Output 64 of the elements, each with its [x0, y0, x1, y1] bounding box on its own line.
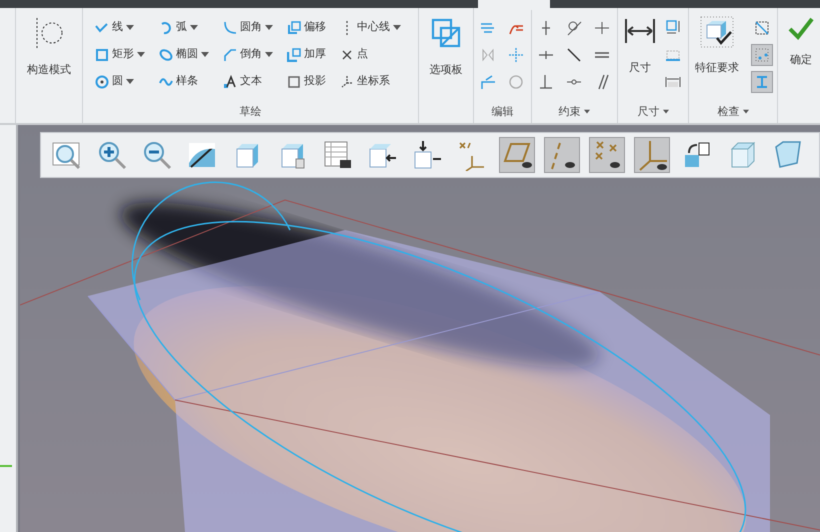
divide-icon	[508, 46, 524, 62]
sketch-tool[interactable]: 中心线	[340, 14, 401, 41]
sketch-tool[interactable]: 样条	[159, 68, 209, 95]
sketch-tool[interactable]: 偏移	[287, 14, 326, 41]
dimension-button[interactable]: 尺寸	[622, 14, 658, 78]
zoom-out-icon	[141, 139, 173, 171]
chamfer-icon	[223, 48, 237, 62]
arc-icon	[159, 20, 173, 34]
perpendicular-icon	[538, 74, 554, 90]
double-arrow-icon	[624, 16, 656, 46]
sketch-tool[interactable]: 矩形	[95, 41, 145, 68]
sketch-tool[interactable]: 投影	[287, 68, 326, 95]
sketch-tool[interactable]: 弧	[159, 14, 209, 41]
frame-dimension-icon	[665, 20, 682, 36]
sketch-tool[interactable]: 线	[95, 14, 145, 41]
coincident-icon	[566, 46, 582, 62]
status-indicator	[0, 465, 12, 467]
palette-button[interactable]: 选项板	[427, 16, 464, 80]
group-menu[interactable]: 约束	[536, 103, 613, 123]
sketch-tool[interactable]: 圆	[95, 68, 145, 95]
circle-icon	[95, 74, 109, 88]
feature-requirements-button[interactable]: 特征要求	[693, 14, 742, 78]
dashed-line-eye-button[interactable]	[544, 137, 580, 173]
rotate-icon	[508, 74, 524, 90]
tangent-icon	[566, 20, 582, 36]
midpoint-icon	[594, 20, 610, 36]
cube-check-icon	[700, 16, 734, 48]
parallelogram-eye-button[interactable]	[499, 137, 535, 173]
ok-button[interactable]: 确定	[782, 14, 816, 70]
i-beam-button[interactable]	[751, 70, 773, 92]
offset-icon	[287, 20, 301, 34]
sketch-tool[interactable]: 加厚	[287, 41, 326, 68]
corner-icon	[480, 74, 496, 90]
construction-mode-button[interactable]: 构造模式	[24, 14, 73, 80]
overlapping-squares-icon	[430, 18, 461, 48]
group-label: 编辑	[490, 104, 514, 120]
fillet-icon	[223, 20, 237, 34]
group-label: 草绘	[238, 104, 262, 120]
sketch-tool[interactable]: 坐标系	[340, 68, 401, 95]
ellipse-icon	[159, 48, 173, 62]
axes-icon	[340, 74, 354, 88]
zoom-in-icon	[96, 139, 128, 171]
point-icon	[340, 48, 354, 62]
line-icon	[95, 20, 109, 34]
group-menu[interactable]: 尺寸	[622, 103, 684, 123]
sketch-tool[interactable]: 圆角	[223, 14, 273, 41]
rectangle-icon	[95, 48, 109, 62]
checkmark-icon	[788, 16, 814, 40]
dashed-circle-icon	[34, 16, 64, 50]
sketch-tool[interactable]: 椭圆	[159, 41, 209, 68]
dotted-square-button[interactable]	[751, 44, 773, 66]
group-menu[interactable]: 检查	[693, 103, 773, 123]
crosses-eye-button[interactable]	[589, 137, 625, 173]
square-icon	[287, 74, 301, 88]
text-icon	[223, 74, 237, 88]
diagonal-square-icon	[754, 20, 770, 36]
sketch-tool[interactable]: 文本	[223, 68, 273, 95]
axes-eye-button[interactable]	[634, 137, 670, 173]
thicken-icon	[287, 48, 301, 62]
sketch-tool[interactable]: 点	[340, 41, 401, 68]
i-beam-icon	[754, 74, 770, 90]
sketch-tool[interactable]: 倒角	[223, 41, 273, 68]
dotted-square-icon	[754, 46, 770, 62]
mirror-icon	[480, 46, 496, 62]
